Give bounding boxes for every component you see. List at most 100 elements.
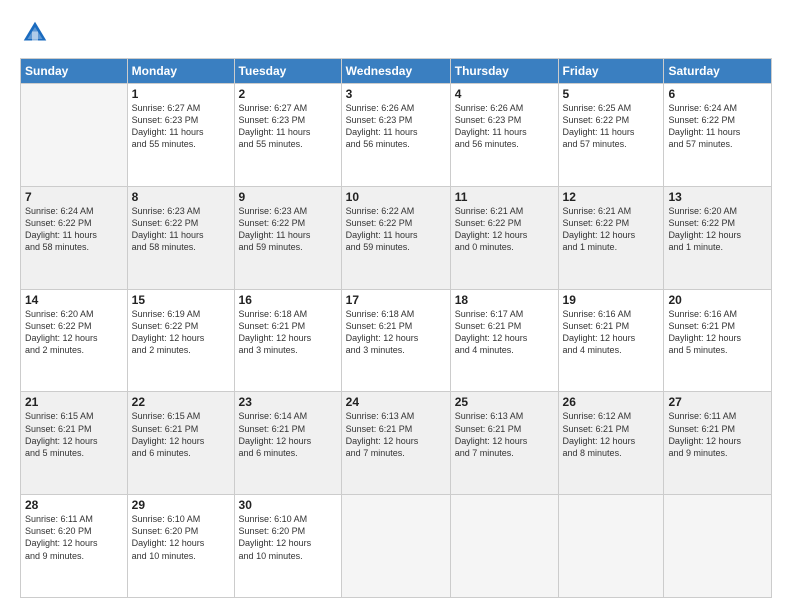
calendar-cell: 16Sunrise: 6:18 AM Sunset: 6:21 PM Dayli… [234,289,341,392]
calendar-cell: 8Sunrise: 6:23 AM Sunset: 6:22 PM Daylig… [127,186,234,289]
day-number: 12 [563,190,660,204]
day-info: Sunrise: 6:19 AM Sunset: 6:22 PM Dayligh… [132,308,230,357]
day-number: 15 [132,293,230,307]
day-info: Sunrise: 6:18 AM Sunset: 6:21 PM Dayligh… [239,308,337,357]
day-info: Sunrise: 6:22 AM Sunset: 6:22 PM Dayligh… [346,205,446,254]
day-info: Sunrise: 6:21 AM Sunset: 6:22 PM Dayligh… [563,205,660,254]
day-info: Sunrise: 6:23 AM Sunset: 6:22 PM Dayligh… [239,205,337,254]
day-info: Sunrise: 6:12 AM Sunset: 6:21 PM Dayligh… [563,410,660,459]
day-header-thursday: Thursday [450,59,558,84]
day-number: 9 [239,190,337,204]
calendar-cell: 28Sunrise: 6:11 AM Sunset: 6:20 PM Dayli… [21,495,128,598]
day-info: Sunrise: 6:24 AM Sunset: 6:22 PM Dayligh… [25,205,123,254]
day-number: 10 [346,190,446,204]
day-number: 6 [668,87,767,101]
calendar-cell: 7Sunrise: 6:24 AM Sunset: 6:22 PM Daylig… [21,186,128,289]
calendar-cell: 5Sunrise: 6:25 AM Sunset: 6:22 PM Daylig… [558,84,664,187]
day-info: Sunrise: 6:27 AM Sunset: 6:23 PM Dayligh… [239,102,337,151]
day-info: Sunrise: 6:21 AM Sunset: 6:22 PM Dayligh… [455,205,554,254]
logo-icon [20,18,50,48]
day-info: Sunrise: 6:15 AM Sunset: 6:21 PM Dayligh… [25,410,123,459]
day-number: 16 [239,293,337,307]
calendar-cell: 9Sunrise: 6:23 AM Sunset: 6:22 PM Daylig… [234,186,341,289]
calendar-week-row: 1 Sunrise: 6:27 AM Sunset: 6:23 PM Daylig… [21,84,772,187]
calendar-cell: 22Sunrise: 6:15 AM Sunset: 6:21 PM Dayli… [127,392,234,495]
day-info: Sunrise: 6:18 AM Sunset: 6:21 PM Dayligh… [346,308,446,357]
calendar-cell: 30Sunrise: 6:10 AM Sunset: 6:20 PM Dayli… [234,495,341,598]
day-info: Sunrise: 6:26 AM Sunset: 6:23 PM Dayligh… [346,102,446,151]
calendar-week-row: 28Sunrise: 6:11 AM Sunset: 6:20 PM Dayli… [21,495,772,598]
calendar-cell: 29Sunrise: 6:10 AM Sunset: 6:20 PM Dayli… [127,495,234,598]
day-info: Sunrise: 6:14 AM Sunset: 6:21 PM Dayligh… [239,410,337,459]
day-number: 23 [239,395,337,409]
calendar-cell: 19Sunrise: 6:16 AM Sunset: 6:21 PM Dayli… [558,289,664,392]
calendar-cell: 10Sunrise: 6:22 AM Sunset: 6:22 PM Dayli… [341,186,450,289]
calendar-cell [21,84,128,187]
day-number: 20 [668,293,767,307]
calendar-cell [664,495,772,598]
calendar-header-row: SundayMondayTuesdayWednesdayThursdayFrid… [21,59,772,84]
day-number: 13 [668,190,767,204]
calendar-cell: 24Sunrise: 6:13 AM Sunset: 6:21 PM Dayli… [341,392,450,495]
calendar-cell: 2Sunrise: 6:27 AM Sunset: 6:23 PM Daylig… [234,84,341,187]
calendar-cell: 26Sunrise: 6:12 AM Sunset: 6:21 PM Dayli… [558,392,664,495]
day-number: 30 [239,498,337,512]
day-number: 18 [455,293,554,307]
day-header-saturday: Saturday [664,59,772,84]
day-info: Sunrise: 6:24 AM Sunset: 6:22 PM Dayligh… [668,102,767,151]
calendar-cell [450,495,558,598]
day-info: Sunrise: 6:26 AM Sunset: 6:23 PM Dayligh… [455,102,554,151]
calendar-cell [558,495,664,598]
calendar-cell: 23Sunrise: 6:14 AM Sunset: 6:21 PM Dayli… [234,392,341,495]
day-number: 14 [25,293,123,307]
day-number: 1 [132,87,230,101]
calendar-cell: 12Sunrise: 6:21 AM Sunset: 6:22 PM Dayli… [558,186,664,289]
calendar-cell: 21Sunrise: 6:15 AM Sunset: 6:21 PM Dayli… [21,392,128,495]
calendar-week-row: 21Sunrise: 6:15 AM Sunset: 6:21 PM Dayli… [21,392,772,495]
day-number: 2 [239,87,337,101]
day-number: 22 [132,395,230,409]
calendar-week-row: 7Sunrise: 6:24 AM Sunset: 6:22 PM Daylig… [21,186,772,289]
day-header-monday: Monday [127,59,234,84]
calendar-cell: 15Sunrise: 6:19 AM Sunset: 6:22 PM Dayli… [127,289,234,392]
calendar-cell: 3Sunrise: 6:26 AM Sunset: 6:23 PM Daylig… [341,84,450,187]
day-info: Sunrise: 6:23 AM Sunset: 6:22 PM Dayligh… [132,205,230,254]
day-info: Sunrise: 6:13 AM Sunset: 6:21 PM Dayligh… [346,410,446,459]
day-number: 7 [25,190,123,204]
calendar-cell: 18Sunrise: 6:17 AM Sunset: 6:21 PM Dayli… [450,289,558,392]
day-header-friday: Friday [558,59,664,84]
day-info: Sunrise: 6:20 AM Sunset: 6:22 PM Dayligh… [25,308,123,357]
calendar: SundayMondayTuesdayWednesdayThursdayFrid… [20,58,772,598]
day-number: 4 [455,87,554,101]
day-info: Sunrise: 6:11 AM Sunset: 6:21 PM Dayligh… [668,410,767,459]
day-number: 25 [455,395,554,409]
day-info: Sunrise: 6:10 AM Sunset: 6:20 PM Dayligh… [239,513,337,562]
day-info: Sunrise: 6:25 AM Sunset: 6:22 PM Dayligh… [563,102,660,151]
calendar-week-row: 14Sunrise: 6:20 AM Sunset: 6:22 PM Dayli… [21,289,772,392]
day-info: Sunrise: 6:17 AM Sunset: 6:21 PM Dayligh… [455,308,554,357]
day-info: Sunrise: 6:15 AM Sunset: 6:21 PM Dayligh… [132,410,230,459]
calendar-cell: 14Sunrise: 6:20 AM Sunset: 6:22 PM Dayli… [21,289,128,392]
day-number: 24 [346,395,446,409]
logo [20,18,56,48]
header [20,18,772,48]
day-number: 28 [25,498,123,512]
day-number: 8 [132,190,230,204]
calendar-cell: 6Sunrise: 6:24 AM Sunset: 6:22 PM Daylig… [664,84,772,187]
day-header-tuesday: Tuesday [234,59,341,84]
day-info: Sunrise: 6:13 AM Sunset: 6:21 PM Dayligh… [455,410,554,459]
calendar-cell: 20Sunrise: 6:16 AM Sunset: 6:21 PM Dayli… [664,289,772,392]
calendar-cell: 27Sunrise: 6:11 AM Sunset: 6:21 PM Dayli… [664,392,772,495]
day-info: Sunrise: 6:16 AM Sunset: 6:21 PM Dayligh… [668,308,767,357]
day-number: 26 [563,395,660,409]
day-number: 11 [455,190,554,204]
calendar-cell [341,495,450,598]
page: SundayMondayTuesdayWednesdayThursdayFrid… [0,0,792,612]
day-header-sunday: Sunday [21,59,128,84]
day-info: Sunrise: 6:20 AM Sunset: 6:22 PM Dayligh… [668,205,767,254]
day-number: 3 [346,87,446,101]
calendar-cell: 25Sunrise: 6:13 AM Sunset: 6:21 PM Dayli… [450,392,558,495]
day-number: 17 [346,293,446,307]
day-number: 5 [563,87,660,101]
day-info: Sunrise: 6:11 AM Sunset: 6:20 PM Dayligh… [25,513,123,562]
